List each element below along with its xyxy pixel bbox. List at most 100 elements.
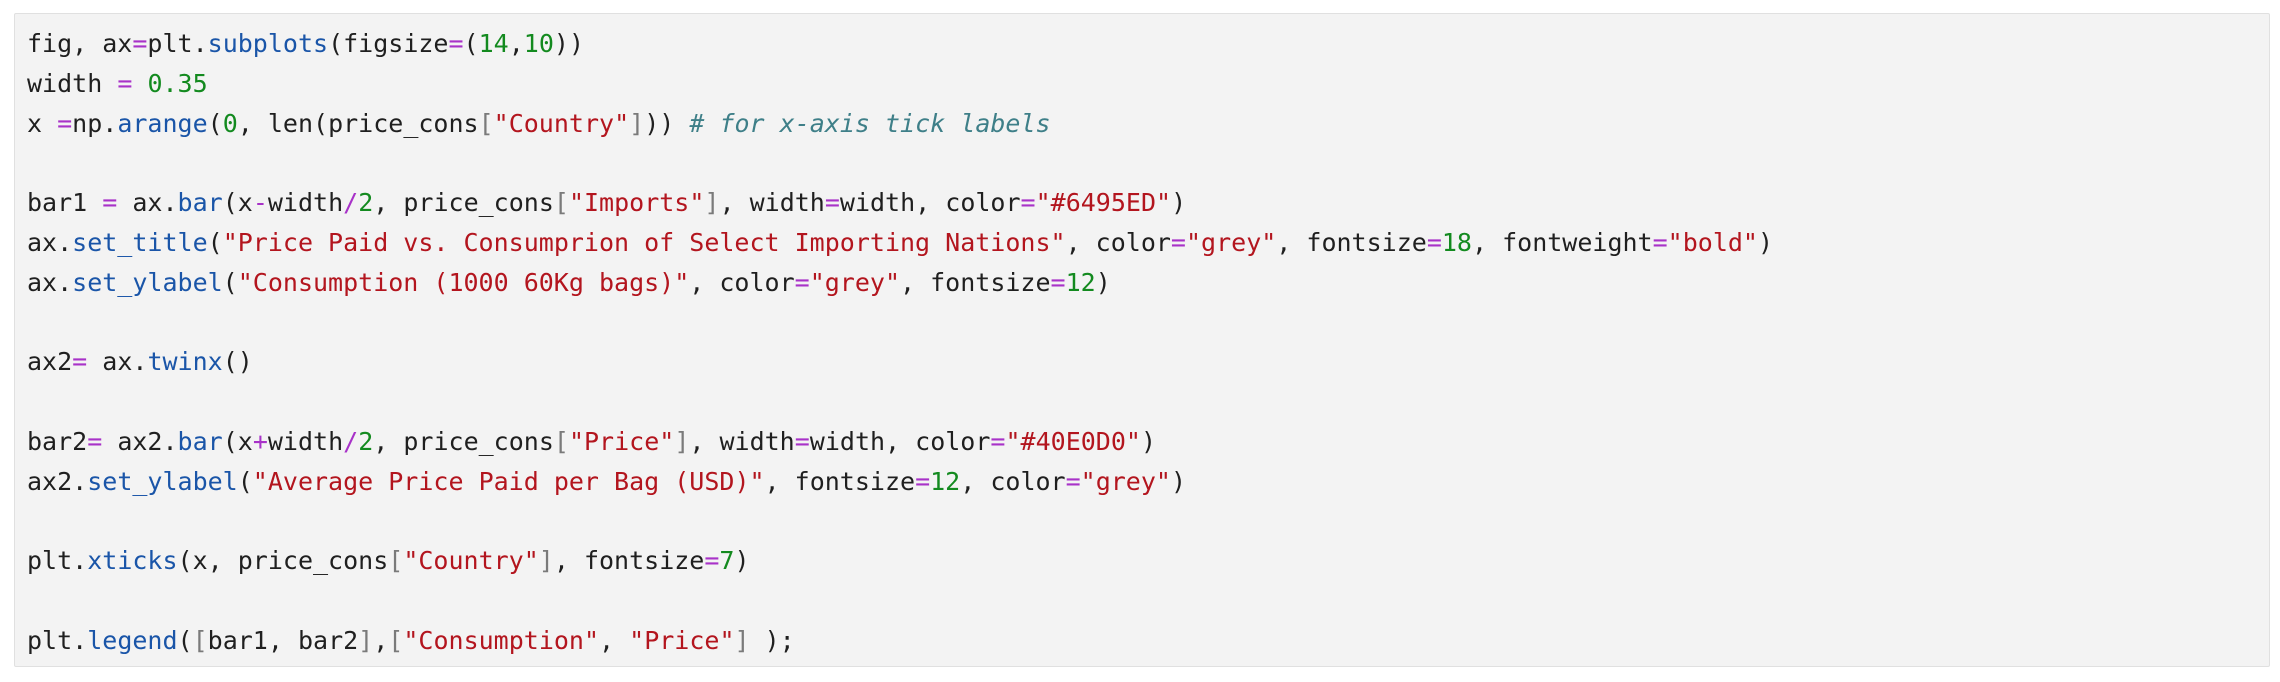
code-token: = [1065, 466, 1081, 496]
code-line: ax.set_ylabel("Consumption (1000 60Kg ba… [27, 263, 1773, 303]
code-token: "grey" [1080, 466, 1171, 496]
code-line: bar1 = ax.bar(x-width/2, price_cons["Imp… [27, 183, 1773, 223]
code-token: ax. [27, 267, 73, 297]
code-cell[interactable]: fig, ax=plt.subplots(figsize=(14,10)) wid… [14, 13, 2270, 667]
code-token: 18 [1441, 227, 1472, 257]
code-token: ) [734, 546, 750, 576]
code-token: "Price" [629, 625, 735, 655]
code-token: ] [704, 188, 720, 218]
code-line: ax2.set_ylabel("Average Price Paid per B… [27, 462, 1773, 502]
code-token: "Average Price Paid per Bag (USD)" [252, 466, 765, 496]
code-token: bar2 [27, 426, 88, 456]
code-token: bar [177, 426, 223, 456]
code-token: , [508, 29, 524, 58]
code-token: width [267, 188, 344, 218]
code-token: , fontsize [553, 546, 705, 576]
code-token: "bold" [1667, 227, 1758, 257]
code-token: = [448, 29, 464, 58]
code-line: x =np.arange(0, len(price_cons["Country"… [27, 104, 1773, 144]
code-token: ax. [27, 227, 73, 257]
code-token: ) [1095, 267, 1111, 297]
code-token: = [117, 68, 133, 98]
code-token: arange [117, 108, 208, 138]
code-token: = [1050, 267, 1066, 297]
code-token: fig, ax [27, 29, 133, 58]
code-line: plt.legend([bar1, bar2],["Consumption", … [27, 621, 1773, 661]
code-token: , color [689, 267, 795, 297]
code-token: = [1020, 188, 1036, 218]
code-token: , width [689, 426, 795, 456]
code-token: set_ylabel [87, 466, 238, 496]
code-token: 12 [1065, 267, 1096, 297]
code-token: np. [72, 108, 118, 138]
code-token: ( [222, 267, 238, 297]
code-token: (x [222, 188, 253, 218]
code-token: ( [463, 29, 479, 58]
code-token: = [72, 347, 88, 377]
code-token: bar [177, 188, 223, 218]
code-token: (x [222, 426, 253, 456]
code-line: bar2= ax2.bar(x+width/2, price_cons["Pri… [27, 422, 1773, 462]
code-token: + [252, 426, 268, 456]
code-token: (x, price_cons [177, 546, 389, 576]
code-token: , color [960, 466, 1066, 496]
code-token: = [1170, 227, 1186, 257]
code-token: [ [388, 546, 404, 576]
code-token: "grey" [809, 267, 901, 297]
code-token: ( [177, 625, 193, 655]
code-block[interactable]: fig, ax=plt.subplots(figsize=(14,10)) wid… [27, 24, 1773, 661]
code-token: , price_cons [373, 426, 554, 456]
code-token: "Consumption" [403, 625, 600, 655]
code-token: set_ylabel [72, 267, 223, 297]
code-token: ( [207, 227, 223, 257]
code-token: ] [674, 426, 690, 456]
code-token: , color [1065, 227, 1171, 257]
code-token: ( [237, 466, 253, 496]
code-token: = [824, 188, 840, 218]
code-token: , len(price_cons [237, 108, 479, 138]
code-token: , price_cons [373, 188, 554, 218]
code-token: bar1 [27, 188, 103, 218]
code-token: ) [1140, 426, 1157, 456]
code-token: )) [553, 29, 584, 58]
code-token: subplots [207, 29, 329, 58]
code-line: ax2= ax.twinx() [27, 342, 1773, 382]
code-token: = [915, 466, 931, 496]
code-token: "#6495ED" [1035, 188, 1172, 218]
code-token: ) [1170, 466, 1187, 496]
code-token: = [1652, 227, 1668, 257]
code-token: 10 [523, 29, 554, 58]
code-token: bar1, bar2 [207, 625, 359, 655]
code-token: 12 [930, 466, 961, 496]
code-token: , [373, 625, 389, 655]
code-token: [ [553, 426, 569, 456]
code-token: / [343, 426, 359, 456]
code-token: , fontsize [1276, 227, 1427, 257]
code-token: ] [734, 625, 750, 655]
code-token: , width [719, 188, 825, 218]
code-token: = [57, 108, 73, 138]
code-token: "#40E0D0" [1005, 426, 1141, 456]
code-token: (figsize [328, 29, 449, 58]
code-token: 14 [478, 29, 509, 58]
code-token: = [102, 188, 118, 218]
code-token: ax. [117, 188, 178, 218]
code-token: "grey" [1185, 227, 1277, 257]
code-token: ) [1171, 188, 1187, 218]
code-line: width = 0.35 [27, 64, 1773, 104]
code-token: , fontsize [900, 267, 1051, 297]
code-token: legend [87, 625, 178, 655]
code-token: width [267, 426, 344, 456]
code-token: ax2 [27, 347, 73, 377]
code-token: = [704, 546, 720, 576]
code-token: 0.35 [147, 68, 208, 98]
code-line: plt.xticks(x, price_cons["Country"], fon… [27, 541, 1773, 581]
code-token: ); [749, 625, 795, 655]
code-token: [ [192, 625, 208, 655]
code-token: xticks [87, 546, 178, 576]
code-token: width [27, 68, 118, 98]
code-token: plt. [147, 29, 208, 58]
